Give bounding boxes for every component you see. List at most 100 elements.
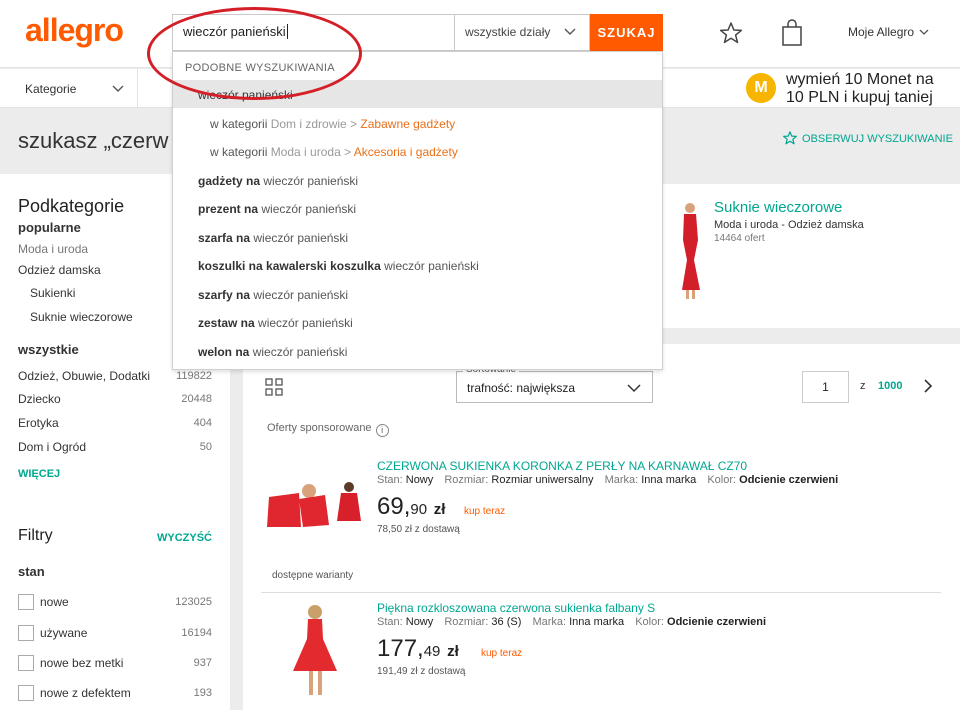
suggestion-item[interactable]: koszulki na kawalerski koszulka wieczór …: [173, 251, 662, 279]
suggestion-item[interactable]: zestaw na wieczór panieński: [173, 308, 662, 336]
department-select[interactable]: wszystkie działy: [455, 14, 590, 51]
offer-price: 69,90 zł: [377, 493, 445, 521]
suggestion-item[interactable]: szarfy na wieczór panieński: [173, 280, 662, 308]
variants-label: dostępne warianty: [272, 570, 354, 581]
offer-title[interactable]: Piękna rozkloszowana czerwona sukienka f…: [377, 601, 655, 615]
filters-heading: Filtry: [18, 527, 53, 544]
checkbox-label[interactable]: używane: [40, 626, 87, 640]
coins-promo[interactable]: wymień 10 Monet na 10 PLN i kupuj taniej: [786, 71, 956, 107]
watch-search-button[interactable]: OBSERWUJ WYSZUKIWANIE: [782, 130, 953, 146]
checkbox-label[interactable]: nowe z defektem: [40, 686, 131, 700]
suggestion-bold: zestaw na: [198, 316, 255, 330]
checkbox-nowe[interactable]: [18, 594, 34, 610]
suggestion-rest: wieczór panieński: [253, 231, 349, 245]
offer-price: 177,49 zł: [377, 635, 459, 663]
category-item[interactable]: Odzież, Obuwie, Dodatki: [18, 369, 150, 383]
offer-thumbnail: [265, 477, 365, 529]
search-title: szukasz „czerw: [18, 128, 169, 153]
suggestion-item[interactable]: szarfa na wieczór panieński: [173, 223, 662, 251]
category-path: Moda i uroda >: [270, 145, 352, 159]
checkbox-label[interactable]: nowe bez metki: [40, 656, 123, 670]
subcategory-sukienki[interactable]: Sukienki: [30, 286, 75, 300]
watch-search-label: OBSERWUJ WYSZUKIWANIE: [802, 133, 953, 145]
page-number-input[interactable]: 1: [802, 371, 849, 403]
featured-category-count: 14464 ofert: [714, 233, 765, 244]
subcategory-suknie-wieczorowe[interactable]: Suknie wieczorowe: [30, 310, 133, 324]
sort-select[interactable]: trafność: największa: [456, 371, 653, 403]
param-value: Nowy: [405, 474, 434, 486]
param-key: Stan:: [377, 616, 403, 628]
sponsored-text: Oferty sponsorowane: [267, 422, 372, 434]
checkbox-uzywane[interactable]: [18, 625, 34, 641]
param-key: Kolor:: [635, 616, 664, 628]
info-icon[interactable]: i: [375, 424, 389, 437]
filter-count: 937: [193, 657, 212, 669]
allegro-logo[interactable]: allegro: [25, 12, 124, 49]
featured-category-title[interactable]: Suknie wieczorowe: [714, 199, 842, 216]
department-select-value: wszystkie działy: [465, 25, 551, 39]
suggestion-item[interactable]: wieczór panieński: [173, 80, 662, 108]
star-outline-icon: [783, 131, 797, 145]
star-icon[interactable]: [718, 20, 744, 46]
checkbox-label[interactable]: nowe: [40, 595, 69, 609]
chevron-down-icon: [564, 28, 576, 35]
chevron-right-icon[interactable]: [921, 377, 935, 395]
popular-label: popularne: [18, 220, 81, 235]
page-total-link[interactable]: 1000: [878, 380, 902, 392]
categories-label: Kategorie: [25, 82, 77, 96]
sponsored-offers-label: Oferty sponsorowane i: [267, 422, 389, 437]
offer-item[interactable]: CZERWONA SUKIENKA KORONKA Z PERŁY NA KAR…: [261, 459, 941, 559]
chevron-down-icon: [627, 384, 641, 393]
categories-button[interactable]: Kategorie: [0, 69, 138, 108]
text-cursor: [286, 24, 288, 39]
suggestion-item[interactable]: prezent na wieczór panieński: [173, 194, 662, 222]
param-key: Rozmiar:: [444, 474, 489, 486]
offers-listing: trafność: największa Sortowanie 1 z 1000…: [243, 344, 960, 710]
category-count: 404: [193, 417, 212, 429]
category-item[interactable]: Dom i Ogród: [18, 440, 86, 454]
offer-thumbnail: [293, 605, 337, 695]
popular-path[interactable]: Moda i uroda: [18, 242, 88, 256]
buy-now-label: kup teraz: [481, 648, 523, 659]
price-main: 69,: [377, 493, 411, 520]
category-item[interactable]: Erotyka: [18, 416, 59, 430]
more-categories-link[interactable]: WIĘCEJ: [18, 468, 60, 480]
suggestion-in-category[interactable]: w kategorii Moda i uroda > Akcesoria i g…: [173, 137, 662, 165]
grid-view-icon[interactable]: [265, 378, 283, 396]
suggestion-rest: wieczór panieński: [261, 202, 357, 216]
my-allegro-menu[interactable]: Moje Allegro: [848, 25, 929, 39]
checkbox-nowe-z-defektem[interactable]: [18, 685, 34, 701]
featured-category-path: Moda i uroda - Odzież damska: [714, 219, 864, 231]
suggestion-rest: wieczór panieński: [252, 345, 348, 359]
param-value: Odcienie czerwieni: [739, 474, 839, 486]
popular-category[interactable]: Odzież damska: [18, 263, 101, 277]
suggestion-item[interactable]: welon na wieczór panieński: [173, 337, 662, 365]
all-categories-label: wszystkie: [18, 342, 79, 357]
category-item[interactable]: Dziecko: [18, 392, 61, 406]
suggestion-item[interactable]: gadżety na wieczór panieński: [173, 166, 662, 194]
checkbox-nowe-bez-metki[interactable]: [18, 655, 34, 671]
featured-category-card[interactable]: Suknie wieczorowe Moda i uroda - Odzież …: [660, 184, 960, 328]
clear-filters-button[interactable]: WYCZYŚĆ: [157, 532, 212, 544]
suggestion-rest: wieczór panieński: [253, 288, 349, 302]
suggestion-in-category[interactable]: w kategorii Dom i zdrowie > Zabawne gadż…: [173, 109, 662, 137]
offer-parameters: Stan: Nowy Rozmiar: 36 (S) Marka: Inna m…: [377, 616, 766, 628]
filter-count: 193: [193, 687, 212, 699]
search-suggestions-dropdown: PODOBNE WYSZUKIWANIA wieczór panieński w…: [172, 51, 663, 370]
param-key: Rozmiar:: [444, 616, 489, 628]
search-input[interactable]: wieczór panieński: [172, 14, 455, 51]
offer-title[interactable]: CZERWONA SUKIENKA KORONKA Z PERŁY NA KAR…: [377, 459, 747, 473]
category-count: 20448: [181, 393, 212, 405]
condition-filter-label: stan: [18, 564, 45, 579]
price-currency: zł: [433, 501, 446, 518]
filter-count: 16194: [181, 627, 212, 639]
shopping-bag-icon[interactable]: [780, 19, 804, 47]
suggestion-bold: koszulki na kawalerski koszulka: [198, 259, 381, 273]
search-button[interactable]: SZUKAJ: [590, 14, 663, 51]
offer-item[interactable]: Piękna rozkloszowana czerwona sukienka f…: [261, 601, 941, 710]
offer-delivery-price: 191,49 zł z dostawą: [377, 666, 466, 677]
suggestion-bold: szarfy na: [198, 288, 251, 302]
price-main: 177,: [377, 635, 424, 662]
my-allegro-label: Moje Allegro: [848, 25, 915, 39]
dress-thumbnail: [682, 203, 700, 299]
